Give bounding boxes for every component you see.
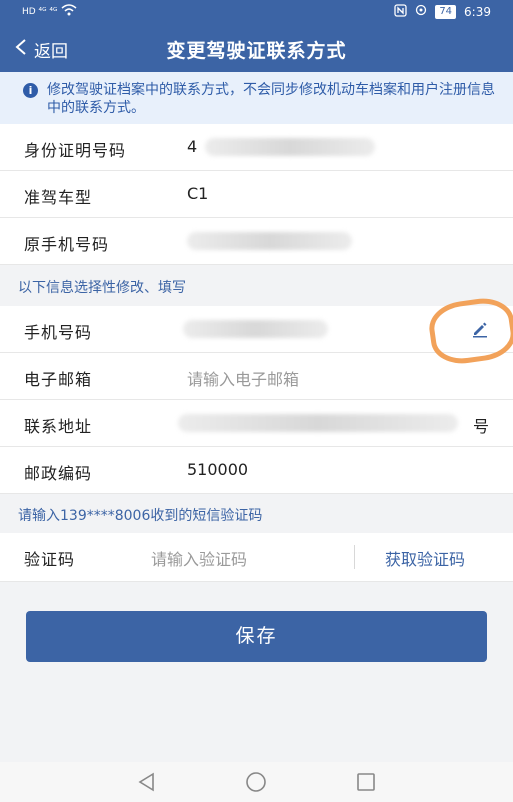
verification-label: 验证码 [24,550,76,569]
license-class-value: C1 [187,184,209,203]
clock: 6:39 [464,5,491,19]
id-number-label: 身份证明号码 [24,141,127,160]
location-icon [415,4,427,20]
redacted-blur [205,138,375,156]
redacted-blur [183,320,328,338]
address-row[interactable]: 联系地址 号 [0,400,513,447]
email-label: 电子邮箱 [24,370,93,389]
sms-section-title: 请输入139****8006收到的短信验证码 [18,508,263,524]
verification-input[interactable]: 请输入验证码 [151,546,247,570]
email-input[interactable]: 请输入电子邮箱 [187,366,299,390]
battery-indicator: 74 [435,5,457,19]
back-triangle-icon[interactable] [136,771,158,797]
info-notice: i 修改驾驶证档案中的联系方式，不会同步修改机动车档案和用户注册信息中的联系方式… [0,72,513,124]
phone-label: 手机号码 [24,323,93,342]
postal-code-label: 邮政编码 [24,464,93,483]
original-phone-label: 原手机号码 [24,235,110,254]
signal-indicators: HD ⁴ᴳ ⁴ᴳ [22,4,77,19]
email-row[interactable]: 电子邮箱 请输入电子邮箱 [0,353,513,400]
status-bar: HD ⁴ᴳ ⁴ᴳ 74 6:39 [0,0,513,26]
recents-square-icon[interactable] [355,771,377,797]
info-icon: i [23,83,38,98]
license-class-row: 准驾车型 C1 [0,171,513,218]
divider [354,545,355,569]
address-label: 联系地址 [24,417,93,436]
notice-text: 修改驾驶证档案中的联系方式，不会同步修改机动车档案和用户注册信息中的联系方式。 [47,82,495,116]
get-code-button[interactable]: 获取验证码 [385,546,465,570]
nfc-icon [394,4,407,20]
status-right: 74 6:39 [394,4,491,20]
license-class-label: 准驾车型 [24,188,93,207]
postal-code-input[interactable]: 510000 [187,460,248,479]
redacted-blur [178,414,458,432]
signal-text: HD ⁴ᴳ ⁴ᴳ [22,6,58,17]
home-circle-icon[interactable] [245,771,267,797]
wifi-icon [61,4,77,19]
redacted-blur [187,232,352,250]
page-title: 变更驾驶证联系方式 [166,40,347,62]
original-phone-row: 原手机号码 [0,218,513,265]
app-bar: 返回 变更驾驶证联系方式 [0,26,513,72]
system-nav-bar [0,762,513,802]
verification-row: 验证码 请输入验证码 获取验证码 [0,533,513,582]
id-number-value: 4 [187,137,198,156]
optional-section-title: 以下信息选择性修改、填写 [18,280,186,296]
id-number-row: 身份证明号码 4 [0,124,513,171]
save-button[interactable]: 保存 [26,611,487,662]
address-input[interactable]: 号 [473,413,489,437]
postal-code-row[interactable]: 邮政编码 510000 [0,447,513,494]
